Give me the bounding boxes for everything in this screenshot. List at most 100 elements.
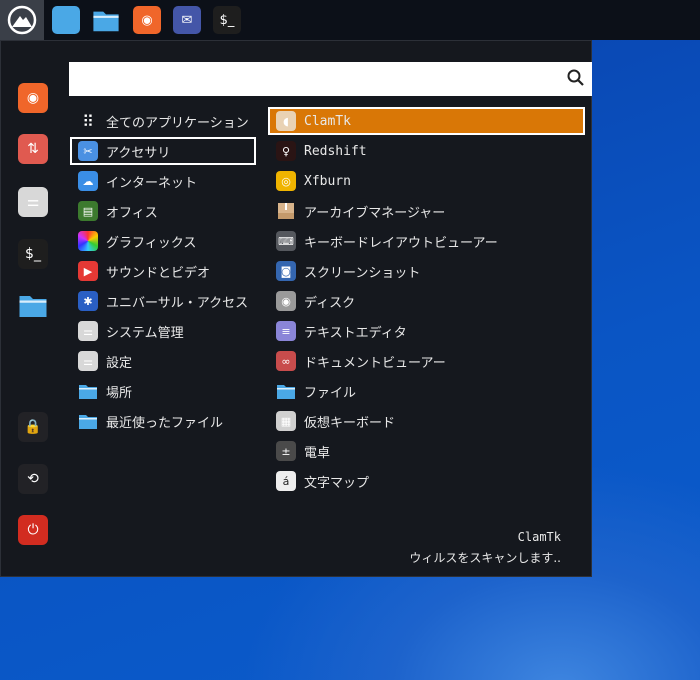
firefox-icon: ◉ — [26, 90, 40, 106]
category-play[interactable]: ▶ サウンドとビデオ — [70, 257, 256, 285]
settings-icon: ⚌ — [78, 351, 98, 371]
clamtk-icon: ◖ — [276, 111, 296, 131]
mail-icon: ✉ — [181, 12, 193, 28]
sidebar-lock-button[interactable]: 🔒 — [18, 412, 48, 442]
onscreen-keyboard-icon: ▦ — [276, 411, 296, 431]
search-icon[interactable] — [566, 68, 586, 88]
app-folder[interactable]: ファイル — [268, 377, 585, 405]
settings-icon: ⚌ — [26, 194, 40, 210]
app-label: アーカイブマネージャー — [304, 205, 446, 221]
sidebar-settings-button[interactable]: ⚌ — [18, 187, 48, 217]
xfburn-icon: ◎ — [276, 171, 296, 191]
category-recent-folder[interactable]: 最近使ったファイル — [70, 407, 256, 435]
lock-icon: 🔒 — [24, 419, 42, 435]
category-label: インターネット — [106, 175, 198, 191]
taskbar: ◉ ✉ $_ — [0, 0, 700, 40]
app-clamtk[interactable]: ◖ ClamTk — [268, 107, 585, 135]
category-folder[interactable]: 場所 — [70, 377, 256, 405]
cloud-icon: ☁ — [78, 171, 98, 191]
calculator-icon: ± — [276, 441, 296, 461]
app-label: Redshift — [304, 143, 367, 159]
category-label: アクセサリ — [106, 145, 171, 161]
taskbar-show-desktop-button[interactable] — [52, 6, 80, 34]
power-icon: ⏻ — [27, 522, 39, 538]
category-grid[interactable]: ⠿ 全てのアプリケーション — [70, 107, 256, 135]
category-label: 全てのアプリケーション — [106, 115, 249, 131]
grid-icon: ⠿ — [82, 111, 94, 131]
accessibility-icon: ✱ — [78, 291, 98, 311]
category-label: サウンドとビデオ — [106, 265, 211, 281]
category-label: ユニバーサル・アクセス — [106, 295, 249, 311]
app-document-viewer[interactable]: ∞ ドキュメントビューアー — [268, 347, 585, 375]
category-cloud[interactable]: ☁ インターネット — [70, 167, 256, 195]
start-menu-button[interactable] — [0, 0, 44, 40]
category-label: システム管理 — [106, 325, 184, 341]
app-archive[interactable]: アーカイブマネージャー — [268, 197, 585, 225]
office-icon: ▤ — [78, 201, 98, 221]
app-calculator[interactable]: ± 電卓 — [268, 437, 585, 465]
play-icon: ▶ — [78, 261, 98, 281]
folder-icon — [276, 381, 296, 401]
document-viewer-icon: ∞ — [276, 351, 296, 371]
app-label: ディスク — [304, 295, 356, 311]
sidebar-terminal-button[interactable]: $_ — [18, 239, 48, 269]
redshift-icon: ♀ — [276, 141, 296, 161]
terminal-icon: $_ — [219, 12, 235, 28]
category-graphics[interactable]: グラフィックス — [70, 227, 256, 255]
recent-folder-icon — [78, 411, 98, 431]
logout-icon: ⟲ — [27, 471, 39, 487]
category-office[interactable]: ▤ オフィス — [70, 197, 256, 225]
terminal-icon: $_ — [25, 246, 41, 262]
app-text-editor[interactable]: ≡ テキストエディタ — [268, 317, 585, 345]
sidebar-software-updater-button[interactable]: ⇅ — [18, 134, 48, 164]
app-disk[interactable]: ◉ ディスク — [268, 287, 585, 315]
sidebar-logout-button[interactable]: ⟲ — [18, 464, 48, 494]
disk-icon: ◉ — [276, 291, 296, 311]
taskbar-file-manager-button[interactable] — [92, 6, 120, 34]
app-label: キーボードレイアウトビューアー — [304, 235, 498, 251]
app-label: 文字マップ — [304, 475, 370, 491]
sidebar-firefox-button[interactable]: ◉ — [18, 83, 48, 113]
app-description-text: ウィルスをスキャンします.. — [409, 551, 561, 565]
taskbar-firefox-button[interactable]: ◉ — [133, 6, 161, 34]
folder-icon — [78, 381, 98, 401]
taskbar-terminal-button[interactable]: $_ — [213, 6, 241, 34]
category-scissors[interactable]: ✂ アクセサリ — [70, 137, 256, 165]
app-label: テキストエディタ — [304, 325, 407, 341]
app-label: 電卓 — [304, 445, 331, 461]
app-onscreen-keyboard[interactable]: ▦ 仮想キーボード — [268, 407, 585, 435]
app-label: Xfburn — [304, 173, 351, 189]
software-updater-icon: ⇅ — [27, 141, 39, 157]
app-description-title: ClamTk — [517, 530, 561, 544]
sidebar-files-button[interactable] — [18, 290, 48, 320]
keyboard-icon: ⌨ — [276, 231, 296, 251]
search-input[interactable] — [69, 62, 592, 96]
application-menu: ◉ ⇅ ⚌ $_ 🔒 ⟲ ⏻ ⠿ 全てのアプリケーション ✂ アクセサリ ☁ インターネット ▤ オフィス… — [0, 40, 592, 577]
category-label: 設定 — [106, 355, 133, 371]
sidebar-power-button[interactable]: ⏻ — [18, 515, 48, 545]
app-label: ClamTk — [304, 113, 351, 129]
charmap-icon: á — [276, 471, 296, 491]
app-label: スクリーンショット — [304, 265, 421, 281]
category-accessibility[interactable]: ✱ ユニバーサル・アクセス — [70, 287, 256, 315]
distro-logo-icon — [7, 5, 37, 35]
file-manager-icon — [92, 6, 120, 34]
files-icon — [18, 290, 48, 320]
app-xfburn[interactable]: ◎ Xfburn — [268, 167, 585, 195]
system-icon: ⚌ — [78, 321, 98, 341]
taskbar-mail-button[interactable]: ✉ — [173, 6, 201, 34]
archive-icon — [276, 201, 296, 221]
category-label: グラフィックス — [106, 235, 197, 251]
app-charmap[interactable]: á 文字マップ — [268, 467, 585, 495]
category-label: 最近使ったファイル — [106, 415, 224, 431]
category-label: 場所 — [106, 385, 133, 401]
app-label: 仮想キーボード — [304, 415, 396, 431]
category-system[interactable]: ⚌ システム管理 — [70, 317, 256, 345]
category-settings[interactable]: ⚌ 設定 — [70, 347, 256, 375]
app-label: ファイル — [304, 385, 357, 401]
scissors-icon: ✂ — [78, 141, 98, 161]
app-keyboard[interactable]: ⌨ キーボードレイアウトビューアー — [268, 227, 585, 255]
camera-icon: ◙ — [276, 261, 296, 281]
app-redshift[interactable]: ♀ Redshift — [268, 137, 585, 165]
app-camera[interactable]: ◙ スクリーンショット — [268, 257, 585, 285]
